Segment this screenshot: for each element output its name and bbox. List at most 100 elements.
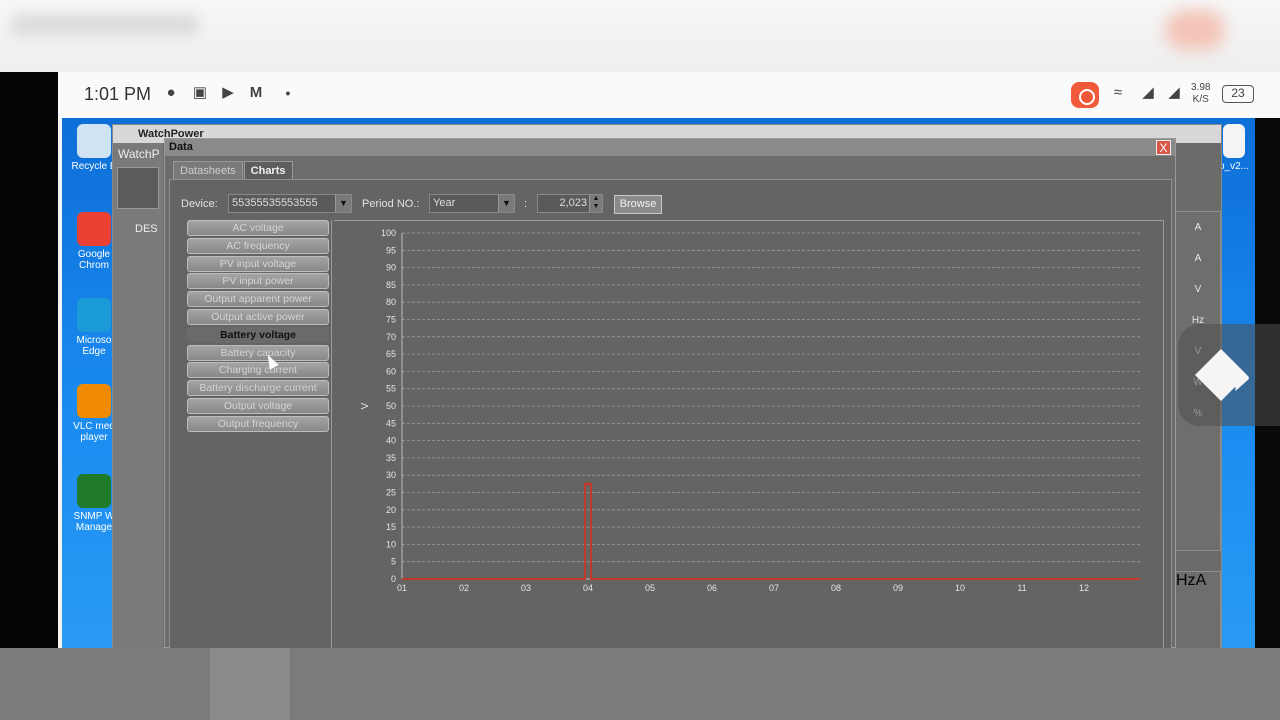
chart-toolbar: Device: 55355535553555 ▼ Period NO.: Yea…	[170, 180, 1171, 216]
year-value: 2,023	[559, 197, 587, 209]
y-tick-label: 95	[386, 245, 396, 255]
spinner-arrows-icon[interactable]: ▲ ▼	[589, 195, 602, 212]
x-tick-label: 03	[521, 583, 531, 593]
series-button[interactable]: Output active power	[187, 308, 329, 325]
chevron-down-icon[interactable]: ▼	[335, 195, 351, 212]
screen: 1:01 PM ● ▣ ▶ M ● ≈ ◢ ◢ 3.98 K/S 23 Recy…	[0, 0, 1280, 720]
more-notifications-icon: ●	[285, 88, 291, 98]
y-tick-label: 45	[386, 418, 396, 428]
chevron-down-icon[interactable]: ▼	[498, 195, 514, 212]
tab-charts[interactable]: Charts	[243, 161, 293, 179]
device-value: 55355535553555	[232, 197, 318, 209]
y-tick-label: 55	[386, 384, 396, 394]
phone-status-bar: 1:01 PM ● ▣ ▶ M ● ≈ ◢ ◢ 3.98 K/S 23	[58, 72, 1280, 118]
next-overlay-button[interactable]: ›	[1178, 324, 1280, 426]
x-tick-label: 02	[459, 583, 469, 593]
y-tick-label: 40	[386, 436, 396, 446]
status-time: 1:01 PM	[84, 84, 152, 104]
x-tick-label: 12	[1079, 583, 1089, 593]
series-list: AC voltage AC frequency PV input voltage PV…	[186, 220, 332, 650]
series-button[interactable]: Battery voltage	[187, 326, 329, 343]
x-tick-label: 08	[831, 583, 841, 593]
x-tick-label: 10	[955, 583, 965, 593]
y-tick-label: 15	[386, 522, 396, 532]
app-icon	[77, 384, 111, 418]
chevron-right-icon: ›	[1230, 341, 1254, 409]
unit-label: A	[1194, 222, 1202, 233]
bottom-block	[210, 648, 290, 720]
app-icon	[77, 124, 111, 158]
close-button[interactable]: X	[1156, 140, 1171, 155]
y-tick-label: 60	[386, 366, 396, 376]
period-select[interactable]: Year ▼	[429, 194, 515, 213]
tree-node-label[interactable]: DES	[135, 223, 158, 235]
wifi-icon: ≈	[1113, 84, 1123, 101]
app-icon	[77, 298, 111, 332]
letterbox-left	[0, 72, 58, 648]
device-select[interactable]: 55355535553555 ▼	[228, 194, 352, 213]
x-tick-label: 06	[707, 583, 717, 593]
screen-record-icon	[1071, 82, 1099, 108]
x-tick-label: 05	[645, 583, 655, 593]
series-button[interactable]: AC voltage	[187, 220, 329, 236]
unit-label: V	[1194, 284, 1202, 295]
y-tick-label: 100	[381, 228, 396, 238]
y-axis-label: V	[360, 402, 371, 409]
unit-label: A	[1195, 572, 1207, 589]
net-speed-value: 3.98	[1191, 82, 1211, 93]
instagram-icon: ▣	[192, 84, 208, 101]
x-tick-label: 09	[893, 583, 903, 593]
series-line	[402, 482, 1140, 580]
watchpower-partial-label: WatchP	[118, 147, 160, 161]
battery-indicator: 23	[1222, 85, 1254, 103]
chat-icon: ●	[166, 84, 176, 101]
monitor-icon[interactable]	[117, 167, 159, 209]
data-window: Data X Datasheets Charts Device: 5535553…	[164, 138, 1176, 650]
watchpower-sidebar: WatchP DES	[113, 143, 163, 648]
net-speed-unit: K/S	[1192, 94, 1209, 105]
blurred-text	[10, 14, 200, 36]
series-button[interactable]: AC frequency	[187, 237, 329, 254]
x-tick-label: 07	[769, 583, 779, 593]
y-tick-label: 5	[391, 557, 396, 567]
period-value: Year	[433, 197, 456, 209]
app-icon	[77, 212, 111, 246]
y-tick-label: 50	[386, 401, 396, 411]
signal-2-icon: ◢	[1168, 84, 1180, 101]
browse-button[interactable]: Browse	[614, 195, 662, 214]
series-button[interactable]: Output apparent power	[187, 291, 329, 308]
series-button[interactable]: PV input power	[187, 273, 329, 290]
x-tick-label: 11	[1017, 583, 1026, 593]
period-label: Period NO.:	[362, 198, 420, 210]
chart-area: 0 5 10 15 20 25 30 35 40 45 50 55 60 65 70 75 80 85 90 95 10…	[334, 220, 1164, 650]
blurred-header	[0, 0, 1280, 72]
series-button[interactable]: PV input voltage	[187, 255, 329, 272]
y-tick-label: 35	[386, 453, 396, 463]
bottom-letterbox	[0, 648, 1280, 720]
y-tick-label: 70	[386, 332, 396, 342]
blurred-badge	[1165, 10, 1225, 50]
series-button[interactable]: Charging current	[187, 362, 329, 379]
y-tick-label: 0	[391, 574, 396, 584]
year-spinner[interactable]: 2,023 ▲ ▼	[537, 194, 603, 213]
app-icon	[77, 474, 111, 508]
y-tick-label: 10	[386, 539, 396, 549]
y-tick-label: 80	[386, 297, 396, 307]
y-tick-label: 75	[386, 315, 396, 325]
tab-datasheets[interactable]: Datasheets	[173, 161, 243, 179]
net-speed: 3.98 K/S	[1191, 82, 1210, 106]
series-button[interactable]: Battery capacity	[187, 344, 329, 361]
x-tick-label: 04	[583, 583, 593, 593]
series-button[interactable]: Output frequency	[187, 415, 329, 432]
video-icon: ▶	[222, 84, 234, 101]
x-tick-label: 01	[397, 583, 407, 593]
unit-panel-lower: HzA	[1175, 571, 1221, 648]
series-button[interactable]: Output voltage	[187, 397, 329, 414]
y-tick-label: 30	[386, 470, 396, 480]
unit-label: Hz	[1176, 572, 1196, 589]
y-tick-label: 90	[386, 263, 396, 273]
tab-bar: Datasheets Charts	[173, 161, 294, 179]
unit-label: A	[1194, 253, 1202, 264]
file-icon	[1223, 124, 1245, 158]
series-button[interactable]: Battery discharge current	[187, 380, 329, 397]
